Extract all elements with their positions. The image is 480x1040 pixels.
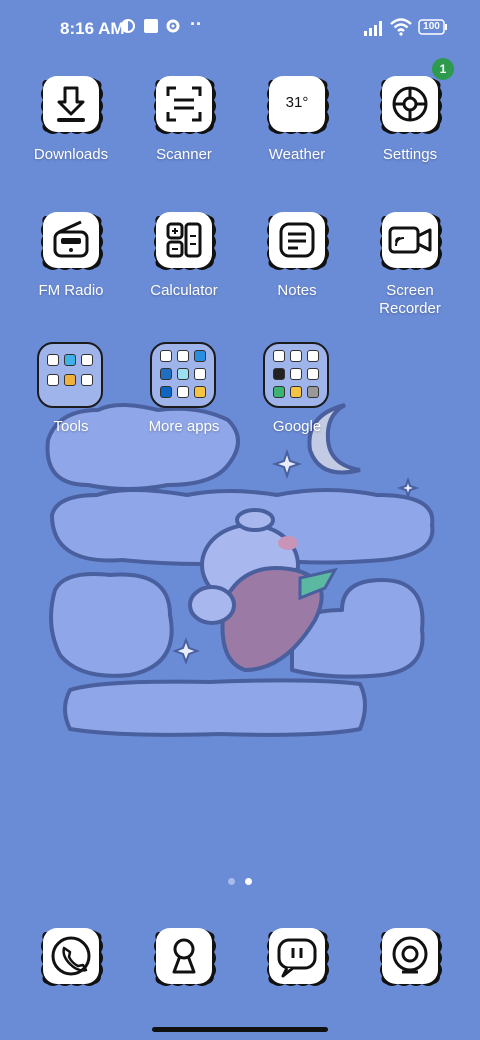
- status-time: 8:16 AM: [60, 19, 125, 38]
- gesture-navigation-bar[interactable]: [152, 1027, 328, 1032]
- notification-badge: 1: [432, 58, 454, 80]
- folder-app-icon: [307, 350, 319, 362]
- folder-app-icon: [194, 350, 206, 362]
- signal-icon: [364, 20, 386, 41]
- folder-label: More apps: [148, 418, 220, 435]
- app-settings[interactable]: 1 Settings: [354, 58, 466, 180]
- app-fm-radio[interactable]: FM Radio: [15, 206, 127, 316]
- app-label: Settings: [382, 146, 438, 163]
- folder-icon[interactable]: [150, 342, 216, 408]
- dock-security[interactable]: [128, 922, 240, 992]
- app-downloads[interactable]: Downloads: [15, 70, 127, 180]
- star-shape: [172, 637, 200, 665]
- phone-icon[interactable]: [37, 922, 105, 990]
- cloud-shape: [63, 678, 367, 737]
- folder-app-icon: [273, 368, 285, 380]
- weather-icon[interactable]: 31°: [263, 70, 331, 138]
- folder-app-icon: [160, 386, 172, 398]
- app-screen-recorder[interactable]: Screen Recorder: [354, 206, 466, 317]
- folder-label: Google: [272, 418, 322, 435]
- dock-messages[interactable]: [241, 922, 353, 992]
- settings-icon[interactable]: [376, 70, 444, 138]
- notification-square-icon: [143, 18, 159, 39]
- folder-app-icon: [273, 386, 285, 398]
- folder-app-icon: [307, 368, 319, 380]
- folder-app-icon: [47, 374, 59, 386]
- folder-label: Tools: [53, 418, 89, 435]
- battery-level: 100: [423, 21, 440, 32]
- page-dot-2[interactable]: [245, 878, 252, 885]
- bunny-illustration: [188, 508, 338, 673]
- app-label: Downloads: [33, 146, 109, 163]
- app-weather[interactable]: 31° Weather: [241, 70, 353, 180]
- scanner-icon[interactable]: [150, 70, 218, 138]
- dock-camera[interactable]: [354, 922, 466, 992]
- weather-temperature: 31°: [285, 94, 309, 111]
- notification-app-icon: [120, 18, 136, 39]
- app-label: Weather: [268, 146, 326, 163]
- radio-icon[interactable]: [37, 206, 105, 274]
- folder-app-icon: [290, 350, 302, 362]
- folder-app-icon: [177, 350, 189, 362]
- folder-app-icon: [81, 354, 93, 366]
- folder-app-icon: [81, 374, 93, 386]
- folder-app-icon: [307, 386, 319, 398]
- keyhole-icon[interactable]: [150, 922, 218, 990]
- screen-recorder-icon[interactable]: [376, 206, 444, 274]
- calculator-icon[interactable]: [150, 206, 218, 274]
- gear-icon: [165, 18, 181, 39]
- cloud-shape: [49, 572, 174, 678]
- message-icon[interactable]: [263, 922, 331, 990]
- app-label: Calculator: [150, 282, 218, 299]
- folder-app-icon: [47, 354, 59, 366]
- app-notes[interactable]: Notes: [241, 206, 353, 316]
- notes-icon[interactable]: [263, 206, 331, 274]
- app-label: Notes: [277, 282, 317, 299]
- app-label: Scanner: [156, 146, 212, 163]
- folder-app-icon: [64, 374, 76, 386]
- app-scanner[interactable]: Scanner: [128, 70, 240, 180]
- folder-app-icon: [177, 386, 189, 398]
- folder-app-icon: [64, 354, 76, 366]
- app-label: Screen Recorder: [379, 282, 441, 317]
- folder-app-icon: [194, 368, 206, 380]
- folder-app-icon: [273, 350, 285, 362]
- app-calculator[interactable]: Calculator: [128, 206, 240, 316]
- dock-phone[interactable]: [15, 922, 127, 992]
- page-dot-1[interactable]: [228, 878, 235, 885]
- folder-app-icon: [160, 350, 172, 362]
- star-shape: [396, 476, 420, 500]
- camera-icon[interactable]: [376, 922, 444, 990]
- folder-more-apps[interactable]: More apps: [128, 342, 240, 442]
- folder-app-icon: [290, 386, 302, 398]
- cloud-shape: [290, 578, 425, 679]
- folder-icon[interactable]: [263, 342, 329, 408]
- folder-app-icon: [160, 368, 172, 380]
- folder-app-icon: [290, 368, 302, 380]
- folder-app-icon: [194, 386, 206, 398]
- folder-tools[interactable]: Tools: [15, 342, 127, 442]
- star-shape: [271, 448, 303, 480]
- more-notifications-icon: ··: [190, 14, 202, 34]
- folder-app-icon: [177, 368, 189, 380]
- battery-icon: 100: [418, 19, 448, 35]
- status-bar: 8:16 AM ·· 100: [0, 0, 480, 56]
- wifi-icon: [390, 18, 412, 41]
- folder-icon[interactable]: [37, 342, 103, 408]
- download-icon[interactable]: [37, 70, 105, 138]
- app-label: FM Radio: [38, 282, 104, 299]
- cloud-shape: [50, 488, 435, 566]
- folder-google[interactable]: Google: [241, 342, 353, 442]
